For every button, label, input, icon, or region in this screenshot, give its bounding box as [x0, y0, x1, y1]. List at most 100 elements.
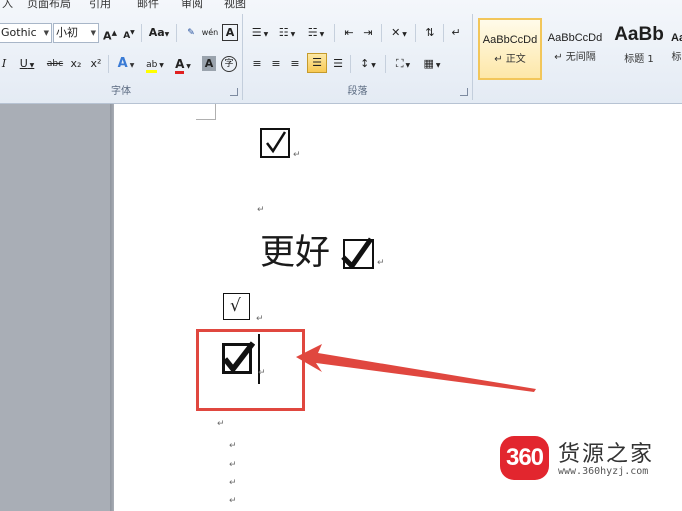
numbering-button[interactable]: ☷ ▼	[276, 23, 298, 43]
align-left-button[interactable]: ≡	[249, 54, 265, 74]
highlight-button[interactable]: ab ▼	[142, 54, 168, 74]
font-color-button[interactable]: A ▼	[171, 54, 195, 74]
tab-references[interactable]: 引用	[89, 0, 111, 11]
tab-mailings[interactable]: 邮件	[137, 0, 159, 11]
multilevel-list-button[interactable]: ☵ ▼	[304, 23, 328, 43]
decrease-indent-icon: ⇤	[344, 26, 354, 39]
align-center-button[interactable]: ≡	[268, 54, 284, 74]
paragraph-mark: ↵	[257, 205, 265, 215]
bullet-list-icon: ☰	[251, 26, 262, 39]
watermark-title: 货源之家	[558, 442, 655, 467]
clear-format-icon: ✎	[187, 28, 195, 38]
char-shading-button[interactable]: A	[202, 56, 216, 71]
sort-icon: ⇅	[425, 26, 435, 39]
underline-button[interactable]: U ▼	[16, 54, 38, 74]
borders-button[interactable]: ▦ ▼	[420, 54, 444, 74]
paragraph-mark-icon: ↵	[451, 26, 461, 39]
dialog-launcher-icon[interactable]: .	[460, 88, 468, 96]
style-no-spacing[interactable]: AaBbCcDd ↵ 无间隔	[543, 18, 607, 80]
char-shading-icon: A	[204, 57, 214, 70]
underline-icon: U	[19, 57, 28, 70]
divider	[334, 24, 335, 42]
ribbon-tabs: 入 页面布局 引用 邮件 审阅 视图	[0, 0, 682, 11]
shading-button[interactable]: ⛶ ▼	[391, 54, 415, 74]
divider	[385, 55, 386, 73]
chinese-layout-icon: ✕	[391, 26, 401, 39]
increase-indent-button[interactable]: ⇥	[359, 23, 377, 43]
clear-format-button[interactable]: ✎	[182, 23, 200, 43]
font-size-combo[interactable]: 小初 ▼	[53, 23, 99, 43]
bullets-button[interactable]: ☰ ▼	[249, 23, 271, 43]
paragraph-mark: ↵	[293, 150, 301, 160]
subscript-icon: x₂	[70, 57, 82, 70]
font-group: Gothic ▼ 小初 ▼ A▲ A▼ Aa▼ ✎ wén A I U ▼ ab…	[0, 14, 243, 100]
align-center-icon: ≡	[271, 57, 281, 70]
font-size-value: 小初	[56, 26, 78, 39]
divider	[415, 24, 416, 42]
paragraph-group: ☰ ▼ ☷ ▼ ☵ ▼ ⇤ ⇥ ✕ ▼ ⇅ ↵ ≡ ≡ ≡ ☰ ☰ ↕ ▼ ⛶ …	[243, 14, 473, 100]
style-name: 标题 1	[624, 54, 654, 65]
tab-page-layout[interactable]: 页面布局	[27, 0, 71, 11]
tab-review[interactable]: 审阅	[181, 0, 203, 11]
paragraph-mark: ↵	[229, 441, 237, 451]
justify-icon: ☰	[312, 56, 322, 69]
paragraph-mark: ↵	[256, 314, 264, 324]
style-sample: AaBbCcDd	[547, 32, 603, 44]
plain-check-box: √	[223, 293, 250, 320]
paragraph-mark: ↵	[229, 496, 237, 506]
align-right-icon: ≡	[290, 57, 300, 70]
dialog-launcher-icon[interactable]: .	[230, 88, 238, 96]
style-heading-1[interactable]: AaBb 标题 1	[607, 18, 671, 80]
font-name-combo[interactable]: Gothic ▼	[0, 23, 52, 43]
superscript-button[interactable]: x²	[88, 54, 104, 74]
shrink-font-button[interactable]: A▼	[121, 23, 137, 43]
grow-font-button[interactable]: A▲	[102, 23, 118, 43]
subscript-button[interactable]: x₂	[68, 54, 84, 74]
tab-view[interactable]: 视图	[224, 0, 246, 11]
italic-button[interactable]: I	[0, 54, 9, 74]
chinese-layout-button[interactable]: ✕ ▼	[387, 23, 411, 43]
paragraph-mark: ↵	[377, 258, 385, 268]
divider	[141, 24, 142, 42]
divider	[108, 55, 109, 73]
font-color-icon: A	[175, 57, 185, 74]
line-spacing-icon: ↕	[360, 57, 370, 70]
enclose-char-button[interactable]: 字	[221, 56, 237, 72]
check-icon	[341, 237, 373, 267]
annotation-highlight-box	[196, 329, 305, 411]
document-text[interactable]: 更好	[260, 233, 330, 273]
char-border-button[interactable]: A	[222, 24, 238, 41]
highlight-icon: ab	[146, 60, 158, 73]
styles-gallery: AaBbCcDd ↵ 正文 AaBbCcDd ↵ 无间隔 AaBb 标题 1 A…	[473, 14, 682, 100]
ribbon: 入 页面布局 引用 邮件 审阅 视图 Gothic ▼ 小初 ▼ A▲ A▼ A…	[0, 0, 682, 104]
line-spacing-button[interactable]: ↕ ▼	[356, 54, 380, 74]
font-group-label: 字体	[111, 86, 131, 97]
text-effect-button[interactable]: A ▼	[114, 54, 138, 74]
watermark: 360 货源之家 www.360hyzj.com	[500, 434, 680, 484]
watermark-url: www.360hyzj.com	[558, 466, 649, 477]
strikethrough-button[interactable]: abc	[45, 54, 65, 74]
font-name-value: Gothic	[1, 26, 37, 39]
show-marks-button[interactable]: ↵	[448, 23, 464, 43]
distributed-button[interactable]: ☰	[330, 54, 346, 74]
margin-corner-mark	[196, 104, 216, 120]
phonetic-guide-button[interactable]: wén	[201, 23, 219, 43]
change-case-button[interactable]: Aa▼	[147, 23, 171, 43]
annotation-arrow-icon	[296, 344, 536, 392]
justify-button[interactable]: ☰	[307, 53, 327, 73]
divider	[381, 24, 382, 42]
style-heading-2[interactable]: Aa 标	[671, 18, 682, 80]
check-icon	[266, 131, 287, 154]
tab-insert[interactable]: 入	[2, 0, 13, 11]
distributed-icon: ☰	[333, 57, 343, 70]
strikethrough-icon: abc	[46, 59, 64, 69]
style-normal[interactable]: AaBbCcDd ↵ 正文	[478, 18, 542, 80]
char-border-icon: A	[225, 26, 235, 39]
style-sample: AaBbCcDd	[482, 34, 538, 46]
style-name: ↵ 正文	[494, 54, 526, 65]
checkbox-symbol-bold	[341, 237, 374, 269]
sort-button[interactable]: ⇅	[421, 23, 439, 43]
style-name: ↵ 无间隔	[554, 52, 596, 63]
align-right-button[interactable]: ≡	[287, 54, 303, 74]
decrease-indent-button[interactable]: ⇤	[340, 23, 358, 43]
